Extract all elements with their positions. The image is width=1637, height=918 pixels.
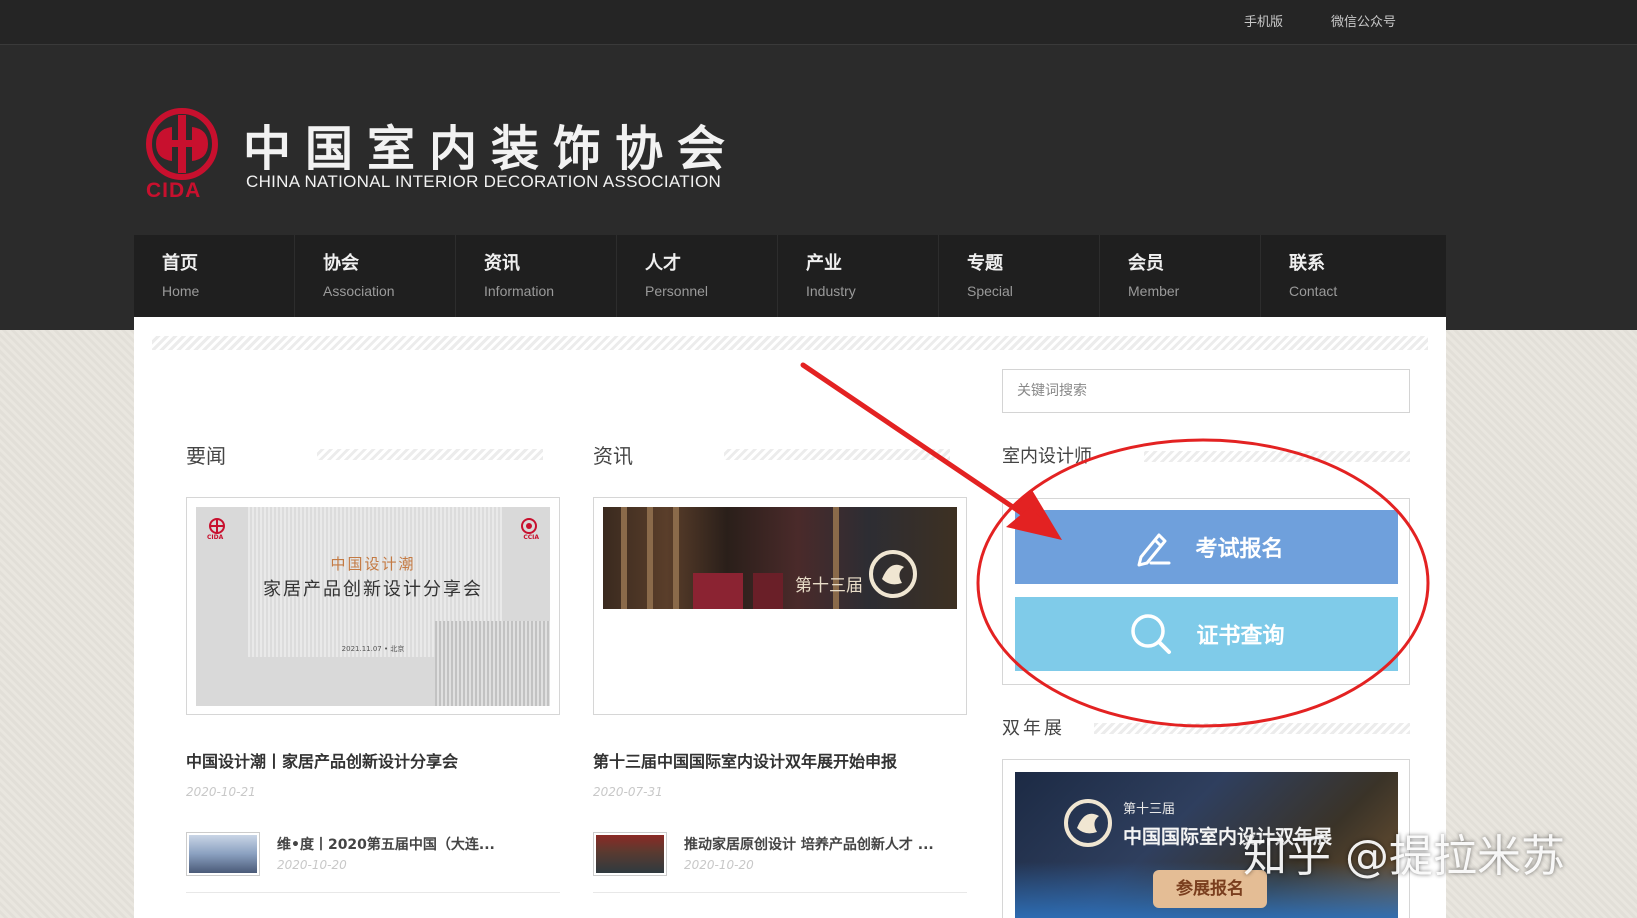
nav-item-personnel[interactable]: 人才 Personnel [617, 235, 778, 317]
certificate-query-label: 证书查询 [1196, 624, 1285, 649]
designer-panel: 考试报名 证书查询 [1002, 498, 1410, 685]
nav-label-cn: 产业 [806, 253, 842, 274]
section-stripe [724, 449, 950, 460]
section-stripe [1094, 723, 1410, 734]
image-label: 第十三届 [795, 576, 863, 596]
logo-english-name: CHINA NATIONAL INTERIOR DECORATION ASSOC… [246, 172, 722, 191]
image-booth [753, 573, 783, 609]
image-booth [693, 573, 743, 609]
list-date: 2020-10-20 [277, 858, 347, 872]
nav-label-en: Special [967, 283, 1013, 299]
cida-logo-icon[interactable] [142, 107, 222, 187]
certificate-query-button[interactable]: 证书查询 [1015, 597, 1398, 671]
list-title[interactable]: 维•度丨2020第五届中国（大连... [277, 834, 495, 854]
list-item[interactable]: 维•度丨2020第五届中国（大连... 2020-10-20 [186, 832, 560, 893]
designer-section-title: 室内设计师 [1002, 446, 1092, 467]
main-nav: 首页 Home 协会 Association 资讯 Information 人才 Per… [134, 235, 1446, 317]
nav-item-contact[interactable]: 联系 Contact [1261, 235, 1422, 317]
image-shelf [621, 507, 627, 609]
decorative-stripe [152, 336, 1428, 350]
ccia-mini-logo-text: CCIA [523, 534, 539, 541]
logo-chinese-name[interactable]: 中国室内装饰协会 [243, 109, 739, 179]
banner-edition: 第十三届 [1123, 802, 1176, 817]
news-feature-card[interactable]: CIDA CCIA 中国设计潮 家居产品创新设计分享会 2021.11.07 •… [186, 497, 560, 715]
nav-item-association[interactable]: 协会 Association [295, 235, 456, 317]
biennale-banner[interactable]: 第十三届 中国国际室内设计双年展 参展报名 [1015, 772, 1398, 918]
list-thumbnail[interactable] [593, 832, 667, 876]
nav-label-cn: 会员 [1128, 253, 1164, 274]
info-feature-card[interactable]: 第十三届 [593, 497, 967, 715]
nav-label-cn: 联系 [1289, 253, 1325, 274]
wechat-account-link[interactable]: 微信公众号 [1331, 11, 1396, 30]
nav-label-en: Personnel [645, 283, 709, 299]
image-subtitle: 中国设计潮 [330, 555, 416, 573]
biennale-seal-icon [1064, 799, 1112, 847]
nav-label-en: Contact [1289, 283, 1338, 299]
list-thumbnail[interactable] [186, 832, 260, 876]
divider [186, 892, 560, 893]
info-section-title: 资讯 [593, 444, 633, 468]
section-stripe [1144, 451, 1410, 462]
image-shelf [647, 507, 653, 609]
banner-title: 中国国际室内设计双年展 [1123, 826, 1333, 848]
nav-label-cn: 资讯 [484, 253, 520, 274]
image-shelf [673, 507, 679, 609]
list-title[interactable]: 推动家居原创设计 培养产品创新人才 ... [684, 834, 934, 854]
news-section-title: 要闻 [186, 444, 226, 468]
nav-label-en: Home [162, 283, 200, 299]
list-date: 2020-10-20 [684, 858, 754, 872]
image-title: 家居产品创新设计分享会 [263, 579, 483, 600]
nav-label-en: Member [1128, 283, 1180, 299]
nav-label-cn: 人才 [645, 253, 681, 274]
biennale-section-title: 双年展 [1002, 718, 1065, 739]
news-feature-image[interactable]: CIDA CCIA 中国设计潮 家居产品创新设计分享会 2021.11.07 •… [196, 507, 550, 706]
nav-label-cn: 首页 [162, 253, 198, 274]
section-stripe [317, 449, 543, 460]
nav-item-information[interactable]: 资讯 Information [456, 235, 617, 317]
exam-register-button[interactable]: 考试报名 [1015, 510, 1398, 584]
search-icon [1131, 614, 1172, 654]
news-feature-date: 2020-10-21 [186, 785, 256, 799]
top-bar: 手机版 微信公众号 [0, 0, 1637, 45]
logo-abbreviation: CIDA [146, 179, 202, 202]
exhibit-register-button[interactable]: 参展报名 [1153, 870, 1267, 908]
nav-item-special[interactable]: 专题 Special [939, 235, 1100, 317]
nav-label-cn: 协会 [323, 253, 359, 274]
news-feature-headline[interactable]: 中国设计潮丨家居产品创新设计分享会 [186, 748, 458, 772]
thumbnail-image [596, 835, 664, 873]
biennale-card[interactable]: 第十三届 中国国际室内设计双年展 参展报名 [1002, 759, 1410, 918]
info-feature-date: 2020-07-31 [593, 785, 663, 799]
nav-label-en: Association [323, 283, 395, 299]
nav-label-cn: 专题 [967, 253, 1003, 274]
image-date: 2021.11.07 • 北京 [341, 645, 405, 653]
nav-label-en: Information [484, 283, 555, 299]
list-item[interactable]: 推动家居原创设计 培养产品创新人才 ... 2020-10-20 [593, 832, 967, 893]
search-input[interactable] [1002, 369, 1410, 413]
image-pattern [435, 621, 550, 706]
exam-register-label: 考试报名 [1195, 537, 1284, 562]
nav-item-industry[interactable]: 产业 Industry [778, 235, 939, 317]
main-content: 要闻 CIDA CCIA 中国设计潮 家居产品创新设计分享会 2021.11.0… [134, 317, 1446, 918]
biennale-seal-icon [869, 550, 917, 598]
nav-item-member[interactable]: 会员 Member [1100, 235, 1261, 317]
nav-item-home[interactable]: 首页 Home [134, 235, 295, 317]
nav-label-en: Industry [806, 283, 856, 299]
pen-edit-icon [1137, 533, 1171, 567]
cida-mini-logo-text: CIDA [207, 534, 224, 541]
thumbnail-image [189, 835, 257, 873]
mobile-version-link[interactable]: 手机版 [1244, 11, 1283, 30]
info-feature-headline[interactable]: 第十三届中国国际室内设计双年展开始申报 [593, 748, 897, 772]
info-feature-image[interactable]: 第十三届 [603, 507, 957, 609]
divider [593, 892, 967, 893]
